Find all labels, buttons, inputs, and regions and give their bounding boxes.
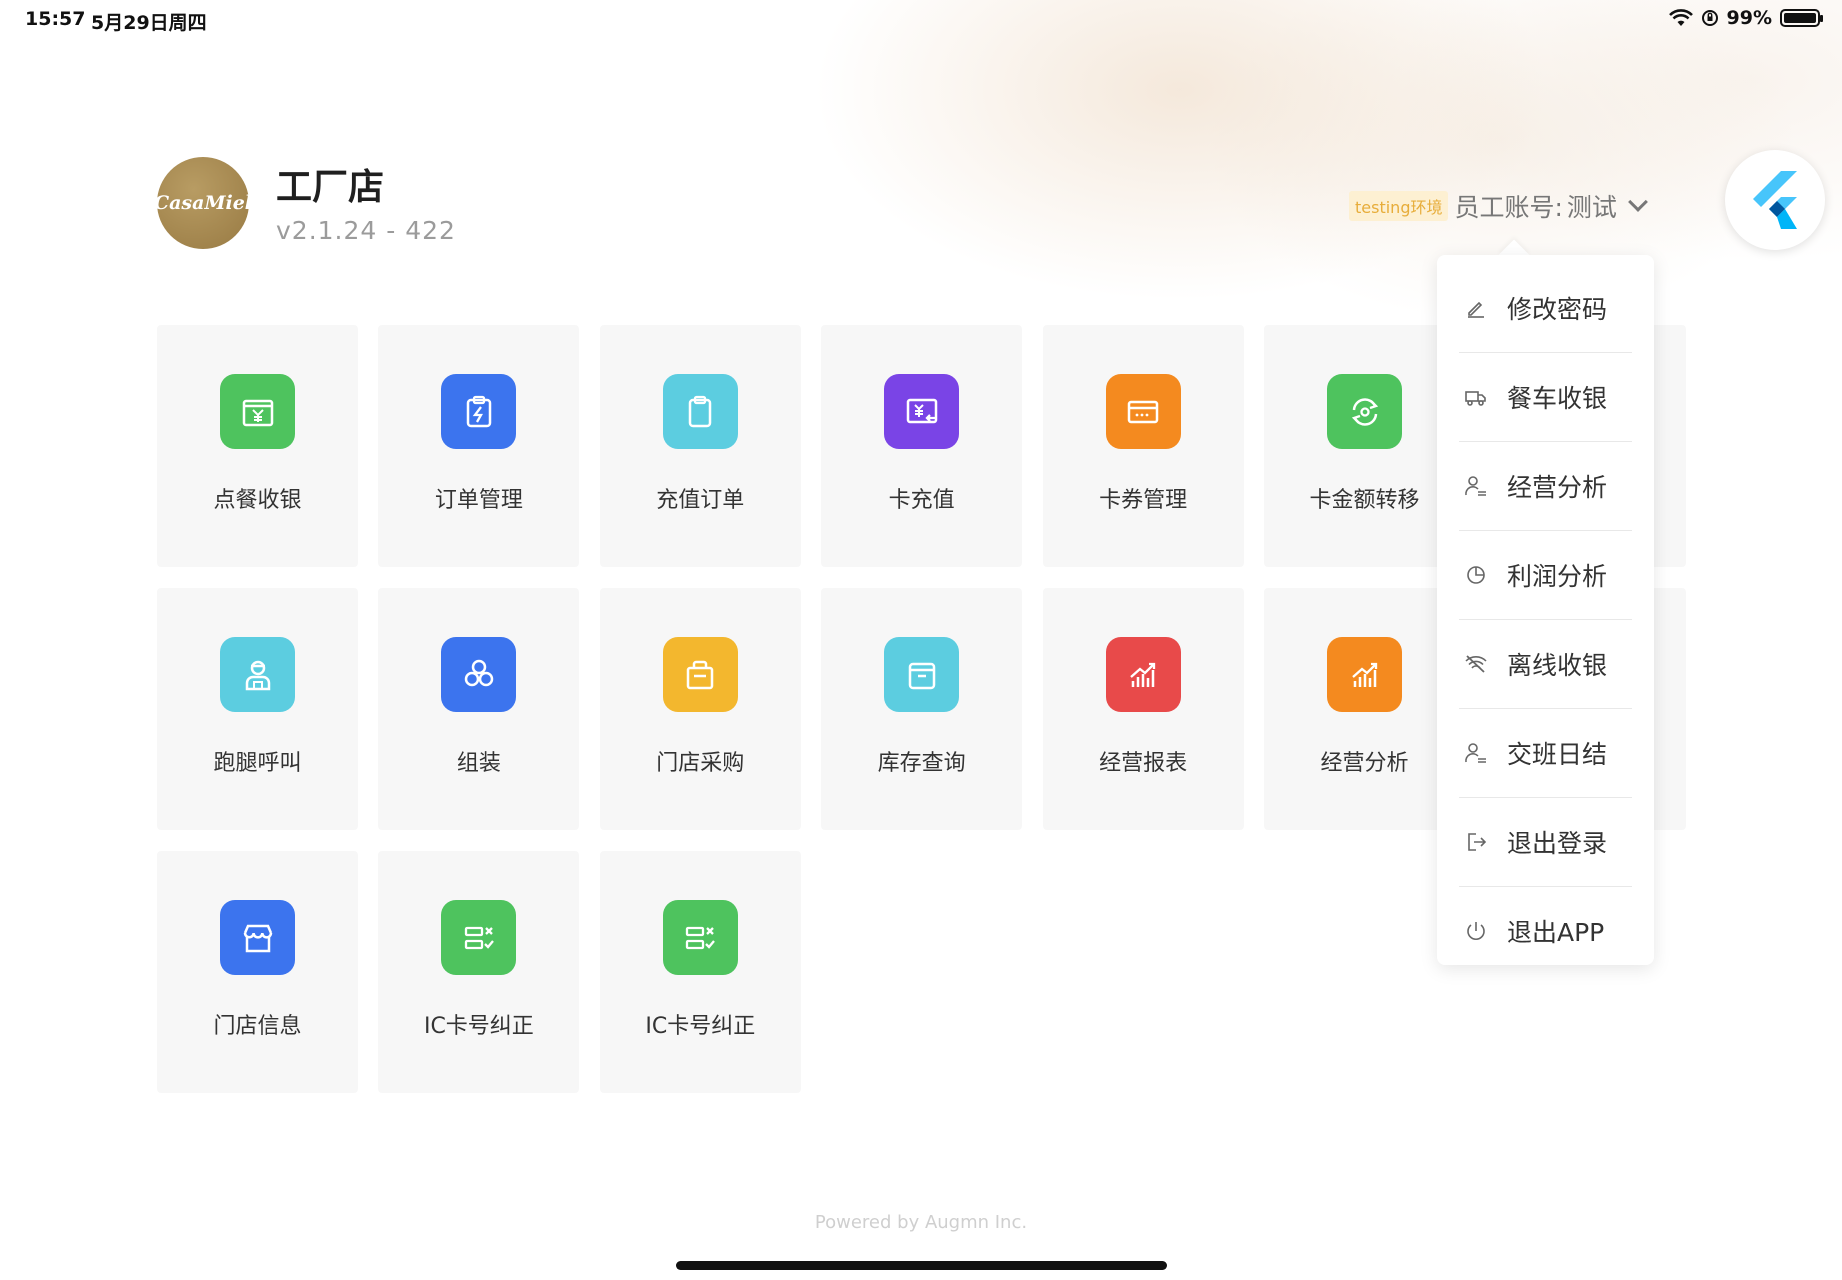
pencil-icon <box>1463 295 1489 321</box>
tile-4[interactable]: 卡充值 <box>821 325 1023 567</box>
tile-label: 经营报表 <box>1099 751 1188 776</box>
status-indicators: 99% <box>1668 7 1823 29</box>
flutter-logo-icon <box>1753 171 1797 229</box>
powered-by-footer: Powered by Augmn Inc. <box>814 1212 1028 1233</box>
app-version: v2.1.24 - 422 <box>276 216 456 245</box>
tile-11[interactable]: 经营报表 <box>1042 588 1244 830</box>
wifi-icon <box>1668 9 1693 26</box>
tile-label: 订单管理 <box>434 488 523 513</box>
tile-6[interactable]: 卡金额转移 <box>1264 325 1465 567</box>
chevron-down-icon <box>1628 192 1648 212</box>
menu-item-2[interactable]: 餐车收银 <box>1437 352 1654 441</box>
transfer-icon <box>1327 374 1402 449</box>
pie-chart-icon <box>1463 562 1489 588</box>
menu-item-label: 退出APP <box>1507 917 1605 947</box>
wifi-off-icon <box>1463 651 1489 677</box>
tile-label: 门店采购 <box>656 751 745 776</box>
tile-label: IC卡号纠正 <box>645 1014 756 1039</box>
tile-13[interactable]: 门店信息 <box>157 851 358 1093</box>
status-time: 15:57 <box>25 8 86 30</box>
tile-8[interactable]: 组装 <box>378 588 580 830</box>
menu-item-label: 经营分析 <box>1507 472 1608 502</box>
assembly-hexagons-icon <box>441 637 517 712</box>
report-chart-icon <box>1105 637 1181 712</box>
ic-card-correct-icon <box>441 900 517 975</box>
tile-label: 组装 <box>456 751 501 776</box>
menu-item-8[interactable]: 退出APP <box>1437 886 1654 975</box>
home-indicator[interactable] <box>676 1261 1167 1270</box>
store-icon <box>220 900 295 975</box>
cash-register-icon <box>220 374 295 449</box>
user-analysis-icon <box>1463 473 1489 499</box>
tile-label: 卡券管理 <box>1099 488 1188 513</box>
account-value: 测试 <box>1566 193 1617 222</box>
menu-item-7[interactable]: 退出登录 <box>1437 797 1654 886</box>
shopping-bag-icon <box>662 637 738 712</box>
menu-item-5[interactable]: 离线收银 <box>1437 619 1654 708</box>
analysis-chart-icon <box>1327 637 1402 712</box>
truck-icon <box>1463 384 1489 410</box>
casamiel-logo: CasaMiel <box>154 157 252 249</box>
tile-9[interactable]: 门店采购 <box>599 588 801 830</box>
card-recharge-icon <box>884 374 960 449</box>
menu-item-1[interactable]: 修改密码 <box>1437 263 1654 352</box>
courier-icon <box>220 637 295 712</box>
tile-label: 卡金额转移 <box>1309 488 1420 513</box>
tile-14[interactable]: IC卡号纠正 <box>378 851 580 1093</box>
battery-percent: 99% <box>1726 7 1772 29</box>
tile-label: IC卡号纠正 <box>423 1014 534 1039</box>
tile-label: 卡充值 <box>888 488 955 513</box>
menu-item-4[interactable]: 利润分析 <box>1437 530 1654 619</box>
account-label: 员工账号: <box>1454 193 1563 222</box>
menu-item-label: 离线收银 <box>1507 650 1608 680</box>
tile-3[interactable]: 充值订单 <box>599 325 801 567</box>
menu-item-6[interactable]: 交班日结 <box>1437 708 1654 797</box>
status-bar: 15:57 5月29日周四 99% <box>0 0 1842 40</box>
tile-15[interactable]: IC卡号纠正 <box>599 851 801 1093</box>
inventory-box-icon <box>884 637 960 712</box>
menu-item-label: 利润分析 <box>1507 561 1608 591</box>
tile-label: 经营分析 <box>1320 751 1409 776</box>
tile-2[interactable]: 订单管理 <box>378 325 580 567</box>
store-name: 工厂店 <box>276 167 385 208</box>
user-shift-icon <box>1463 740 1489 766</box>
battery-level-fill <box>1784 13 1816 23</box>
tile-7[interactable]: 跑腿呼叫 <box>157 588 358 830</box>
battery-icon <box>1780 9 1823 27</box>
tile-label: 门店信息 <box>213 1014 302 1039</box>
account-selector[interactable]: testing环境 员工账号: 测试 <box>1349 188 1648 224</box>
power-icon <box>1463 918 1489 944</box>
tile-12[interactable]: 经营分析 <box>1264 588 1465 830</box>
tile-label: 库存查询 <box>877 751 966 776</box>
env-badge: testing环境 <box>1349 191 1449 221</box>
order-clipboard-icon <box>441 374 517 449</box>
menu-item-label: 交班日结 <box>1507 739 1608 769</box>
status-date: 5月29日周四 <box>91 12 207 34</box>
tile-label: 跑腿呼叫 <box>213 751 302 776</box>
tile-1[interactable]: 点餐收银 <box>157 325 358 567</box>
menu-item-label: 修改密码 <box>1507 294 1608 324</box>
orientation-lock-icon <box>1701 10 1718 26</box>
flutter-floating-button[interactable] <box>1725 150 1825 250</box>
account-dropdown-menu: 修改密码餐车收银经营分析利润分析离线收银交班日结退出登录退出APP <box>1437 255 1654 965</box>
tile-label: 充值订单 <box>656 488 745 513</box>
menu-item-3[interactable]: 经营分析 <box>1437 441 1654 530</box>
menu-item-label: 餐车收银 <box>1507 383 1608 413</box>
tile-10[interactable]: 库存查询 <box>821 588 1023 830</box>
ic-card-correct-icon <box>662 900 738 975</box>
menu-item-label: 退出登录 <box>1507 828 1608 858</box>
logo-text: CasaMiel <box>154 192 252 214</box>
recharge-clipboard-icon <box>662 374 738 449</box>
tile-label: 点餐收银 <box>213 488 302 513</box>
coupon-card-icon <box>1105 374 1181 449</box>
logout-icon <box>1463 829 1489 855</box>
tile-5[interactable]: 卡券管理 <box>1042 325 1244 567</box>
